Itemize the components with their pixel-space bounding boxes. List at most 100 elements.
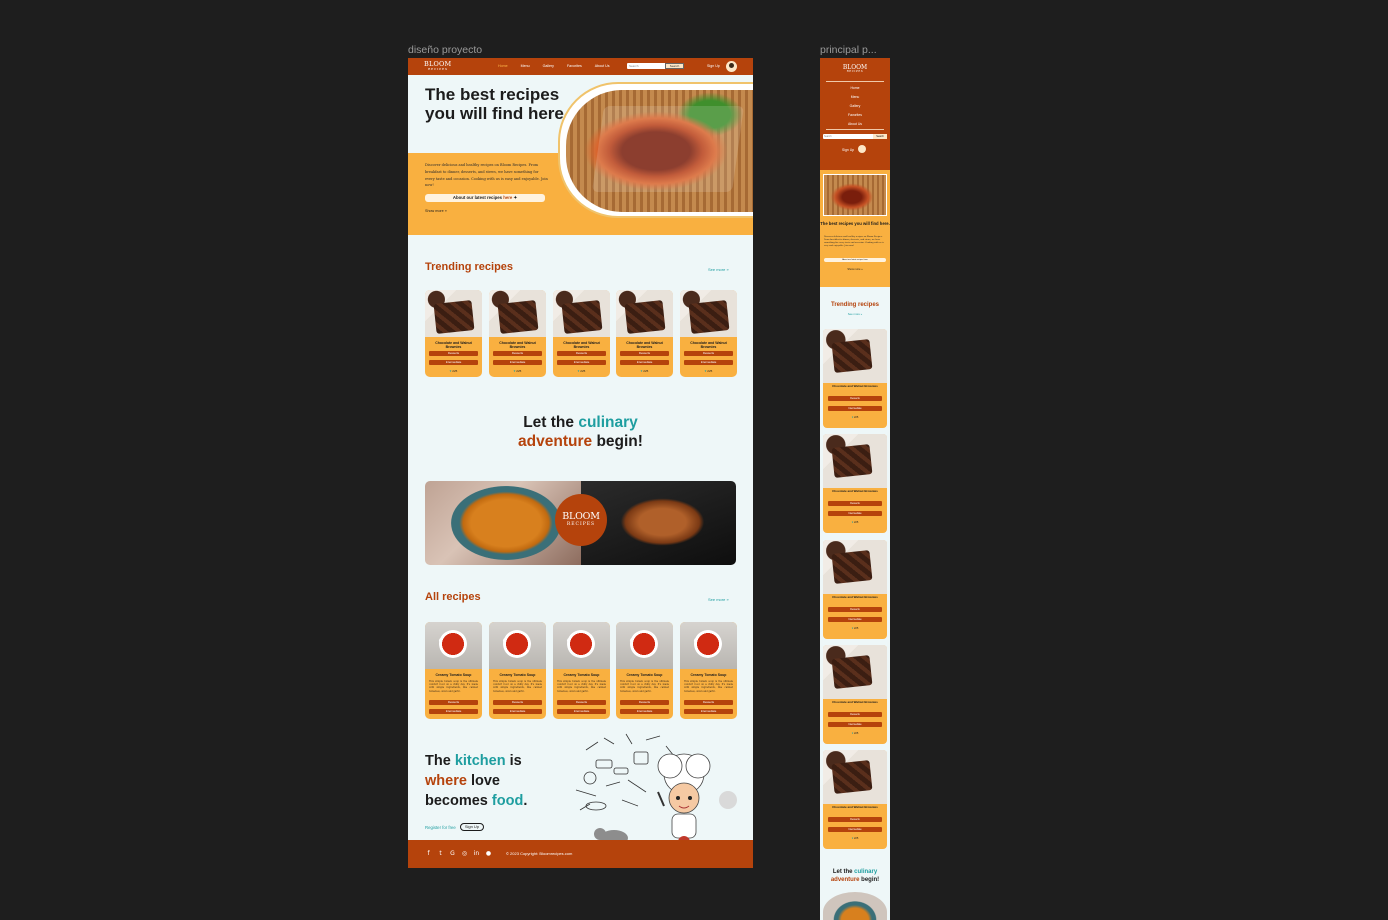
card-category[interactable]: Desserts [429, 700, 478, 705]
mobile-latest-pill[interactable]: About our latest recipes here [824, 258, 886, 262]
card-level[interactable]: Intermediate [557, 709, 606, 714]
recipe-card[interactable]: Creamy Tomato Soup This simple tomato so… [680, 622, 737, 719]
card-title: Chocolate and Walnut Brownies [832, 384, 878, 388]
card-level[interactable]: Intermediate [828, 406, 882, 411]
show-more-link[interactable]: Show more » [425, 209, 447, 213]
mobile-hero-title: The best recipes you will find here. [820, 221, 890, 226]
card-likes[interactable]: ♥ 225 [823, 416, 887, 419]
card-level[interactable]: Intermediate [828, 722, 882, 727]
all-recipes-see-more[interactable]: See more » [708, 597, 729, 602]
nav-home[interactable]: Home [498, 64, 508, 68]
card-likes[interactable]: ♥ 225 [680, 369, 737, 373]
trending-see-more[interactable]: See more » [708, 267, 729, 272]
card-level[interactable]: Intermediate [429, 360, 478, 365]
card-level[interactable]: Intermediate [429, 709, 478, 714]
mobile-nav-home[interactable]: Home [820, 84, 890, 93]
google-icon[interactable]: G [449, 850, 456, 857]
card-level[interactable]: Intermediate [620, 709, 669, 714]
card-category[interactable]: Desserts [493, 351, 542, 356]
mobile-trending-card[interactable]: Chocolate and Walnut Brownies Desserts I… [823, 434, 887, 533]
brownie-image [823, 750, 887, 804]
card-level[interactable]: Intermediate [557, 360, 606, 365]
trending-card[interactable]: Chocolate and Walnut Brownies Desserts I… [425, 290, 482, 377]
logo[interactable]: BLOOM RECIPES [424, 61, 451, 71]
mobile-show-more[interactable]: Show more » [820, 268, 890, 271]
search-button[interactable]: Search [665, 63, 684, 69]
sign-up-link[interactable]: Sign Up [707, 64, 720, 68]
mobile-trending-card[interactable]: Chocolate and Walnut Brownies Desserts I… [823, 645, 887, 744]
card-category[interactable]: Desserts [684, 700, 733, 705]
github-icon[interactable]: ● [485, 850, 492, 857]
mobile-nav-menu[interactable]: Menu [820, 93, 890, 102]
recipe-card[interactable]: Creamy Tomato Soup This simple tomato so… [616, 622, 673, 719]
recipe-card[interactable]: Creamy Tomato Soup This simple tomato so… [553, 622, 610, 719]
card-level[interactable]: Intermediate [493, 709, 542, 714]
mobile-nav-about-us[interactable]: About Us [820, 120, 890, 129]
linkedin-icon[interactable]: in [473, 850, 480, 857]
double-chevron-icon: » [860, 312, 863, 316]
chef-avatar-icon[interactable] [858, 145, 866, 153]
card-level[interactable]: Intermediate [493, 360, 542, 365]
card-title: Chocolate and Walnut Brownies [563, 341, 600, 349]
card-category[interactable]: Desserts [429, 351, 478, 356]
recipe-card[interactable]: Creamy Tomato Soup This simple tomato so… [489, 622, 546, 719]
sign-up-button[interactable]: Sign Up [459, 823, 485, 831]
card-likes[interactable]: ♥ 225 [823, 627, 887, 630]
card-likes[interactable]: ♥ 225 [553, 369, 610, 373]
trending-card[interactable]: Chocolate and Walnut Brownies Desserts I… [489, 290, 546, 377]
card-likes[interactable]: ♥ 225 [823, 837, 887, 840]
nav-menu[interactable]: Menu [521, 64, 530, 68]
recipe-card[interactable]: Creamy Tomato Soup This simple tomato so… [425, 622, 482, 719]
mobile-search-button[interactable]: Search [873, 134, 887, 139]
card-likes[interactable]: ♥ 225 [616, 369, 673, 373]
mobile-logo[interactable]: BLOOM RECIPES [820, 65, 890, 74]
trending-card[interactable]: Chocolate and Walnut Brownies Desserts I… [553, 290, 610, 377]
trending-card[interactable]: Chocolate and Walnut Brownies Desserts I… [616, 290, 673, 377]
pill-link[interactable]: here [503, 195, 512, 200]
search-input[interactable]: Search Search [627, 63, 684, 69]
card-category[interactable]: Desserts [828, 817, 882, 822]
card-category[interactable]: Desserts [620, 351, 669, 356]
card-level[interactable]: Intermediate [684, 360, 733, 365]
card-category[interactable]: Desserts [828, 607, 882, 612]
mobile-nav-gallery[interactable]: Gallery [820, 102, 890, 111]
card-title: Chocolate and Walnut Brownies [690, 341, 727, 349]
card-category[interactable]: Desserts [557, 700, 606, 705]
mobile-trending-card[interactable]: Chocolate and Walnut Brownies Desserts I… [823, 750, 887, 849]
latest-recipes-pill[interactable]: About our latest recipes here ✦ [425, 194, 545, 202]
instagram-icon[interactable]: ◎ [461, 850, 468, 857]
card-category[interactable]: Desserts [620, 700, 669, 705]
nav-favorites[interactable]: Favorites [567, 64, 582, 68]
desktop-frame-label[interactable]: diseño proyecto [408, 44, 482, 56]
card-level[interactable]: Intermediate [828, 827, 882, 832]
card-category[interactable]: Desserts [828, 396, 882, 401]
mobile-nav-favorites[interactable]: Favorites [820, 111, 890, 120]
card-category[interactable]: Desserts [493, 700, 542, 705]
mobile-see-more[interactable]: See more » [820, 312, 890, 316]
nav-about-us[interactable]: About Us [595, 64, 610, 68]
card-level[interactable]: Intermediate [620, 360, 669, 365]
facebook-icon[interactable]: f [425, 850, 432, 857]
card-category[interactable]: Desserts [828, 712, 882, 717]
card-level[interactable]: Intermediate [828, 511, 882, 516]
card-likes[interactable]: ♥ 225 [823, 521, 887, 524]
card-level[interactable]: Intermediate [828, 617, 882, 622]
card-category[interactable]: Desserts [557, 351, 606, 356]
card-category[interactable]: Desserts [684, 351, 733, 356]
tomato-soup-image [616, 622, 673, 669]
card-level[interactable]: Intermediate [684, 709, 733, 714]
register-link[interactable]: Register for free [425, 825, 456, 830]
card-likes[interactable]: ♥ 225 [425, 369, 482, 373]
mobile-trending-card[interactable]: Chocolate and Walnut Brownies Desserts I… [823, 329, 887, 428]
twitter-icon[interactable]: t [437, 850, 444, 857]
chef-avatar-icon[interactable] [726, 61, 737, 72]
mobile-search-input[interactable]: Search Search [823, 134, 887, 139]
card-category[interactable]: Desserts [828, 501, 882, 506]
mobile-trending-card[interactable]: Chocolate and Walnut Brownies Desserts I… [823, 540, 887, 639]
mobile-sign-up[interactable]: Sign Up [842, 148, 854, 152]
card-likes[interactable]: ♥ 225 [489, 369, 546, 373]
mobile-frame-label[interactable]: principal p... [820, 44, 877, 56]
card-likes[interactable]: ♥ 225 [823, 732, 887, 735]
nav-gallery[interactable]: Gallery [543, 64, 554, 68]
trending-card[interactable]: Chocolate and Walnut Brownies Desserts I… [680, 290, 737, 377]
